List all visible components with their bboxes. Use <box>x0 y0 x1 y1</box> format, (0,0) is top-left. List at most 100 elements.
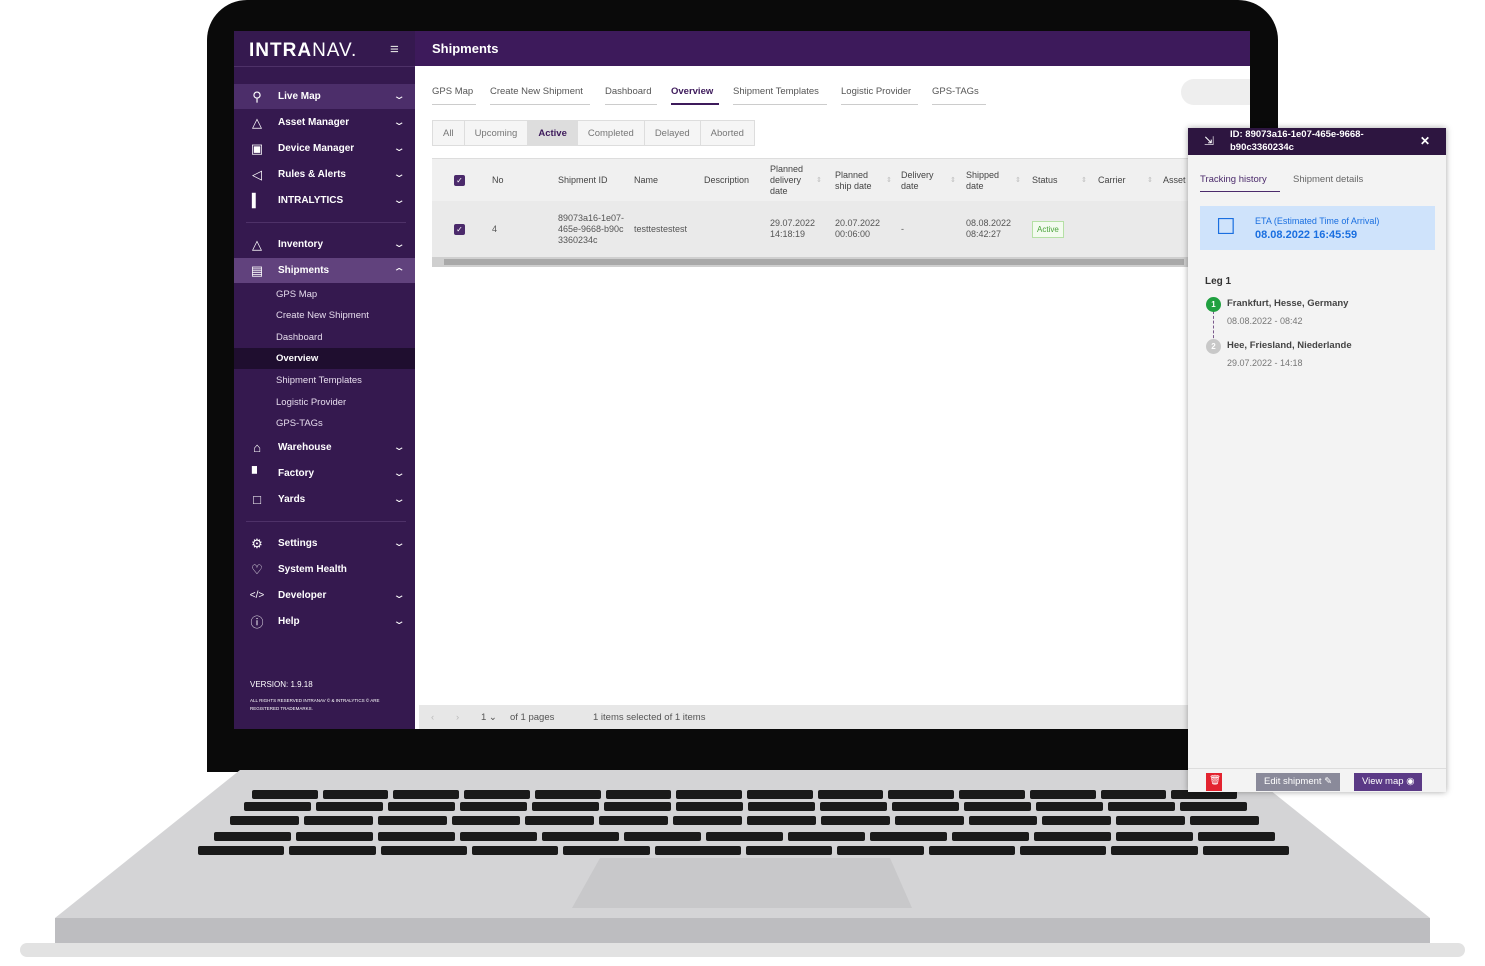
sidebar-sub-dashboard[interactable]: Dashboard <box>234 327 415 348</box>
search-input[interactable] <box>1181 79 1250 105</box>
sidebar-item-factory[interactable]: ▘ Factory ⌄ <box>234 461 415 486</box>
stop-location: Frankfurt, Hesse, Germany <box>1227 298 1349 309</box>
sidebar-item-shipments[interactable]: ▤ Shipments ⌄ <box>234 258 415 283</box>
tab-create-new-shipment[interactable]: Create New Shipment <box>490 83 590 105</box>
col-status[interactable]: Status ⇕ <box>1032 159 1092 202</box>
keyboard-key <box>378 832 455 841</box>
tab-dashboard[interactable]: Dashboard <box>605 83 657 105</box>
keyboard-key <box>1042 816 1112 825</box>
cell-shipment-id: 89073a16-1e07-465e-9668-b90c3360234c <box>558 212 625 245</box>
delete-button[interactable]: 🗑 <box>1206 773 1222 791</box>
stop-date: 08.08.2022 - 08:42 <box>1227 316 1303 326</box>
keyboard-key <box>894 816 964 825</box>
stop-location: Hee, Friesland, Niederlande <box>1227 340 1352 351</box>
keyboard-key <box>464 790 530 799</box>
cube-plus-icon: △ <box>252 114 262 130</box>
eta-label: ETA (Estimated Time of Arrival) <box>1255 216 1380 226</box>
page-select[interactable]: 1 ⌄ <box>481 712 497 723</box>
chevron-down-icon: ⌄ <box>392 239 406 250</box>
sort-icon: ⇕ <box>886 177 892 184</box>
col-shipped-date[interactable]: Shipped date ⇕ <box>966 159 1026 202</box>
cell-no: 4 <box>492 223 498 234</box>
col-carrier[interactable]: Carrier ⇕ <box>1098 159 1158 202</box>
col-delivery-date[interactable]: Delivery date ⇕ <box>901 159 961 202</box>
sidebar-sub-logistic-provider[interactable]: Logistic Provider <box>234 392 415 413</box>
sidebar-item-inventory[interactable]: △ Inventory ⌄ <box>234 232 415 257</box>
filter-upcoming[interactable]: Upcoming <box>465 121 529 145</box>
next-page-icon[interactable]: › <box>456 712 459 723</box>
col-asset[interactable]: Asset <box>1163 159 1186 202</box>
tab-shipment-templates[interactable]: Shipment Templates <box>733 83 827 105</box>
keyboard-key <box>316 802 383 811</box>
sidebar-item-help[interactable]: ⓘ Help ⌄ <box>234 609 415 634</box>
keyboard-key <box>968 816 1038 825</box>
filter-active[interactable]: Active <box>528 121 578 145</box>
sidebar-item-intralytics[interactable]: ▍ INTRALYTICS ⌄ <box>234 188 415 213</box>
tab-logistic-provider[interactable]: Logistic Provider <box>841 83 918 105</box>
sidebar-item-warehouse[interactable]: ⌂ Warehouse ⌄ <box>234 435 415 460</box>
sidebar-item-developer[interactable]: </> Developer ⌄ <box>234 583 415 608</box>
select-all-checkbox[interactable]: ✓ <box>454 175 465 186</box>
sidebar-sub-overview[interactable]: Overview <box>234 348 415 369</box>
keyboard-key <box>1180 802 1247 811</box>
row-checkbox[interactable]: ✓ <box>454 223 465 235</box>
keyboard-key <box>1198 832 1275 841</box>
sidebar-item-live-map[interactable]: ⚲ Live Map ⌄ <box>234 84 415 109</box>
filter-delayed[interactable]: Delayed <box>645 121 701 145</box>
keyboard-key <box>1020 846 1107 855</box>
filter-all[interactable]: All <box>433 121 465 145</box>
edit-shipment-button[interactable]: Edit shipment ✎ <box>1256 773 1341 791</box>
chevron-down-icon: ⌄ <box>392 169 406 180</box>
yard-icon: □ <box>253 492 261 507</box>
sidebar-item-asset-manager[interactable]: △ Asset Manager ⌄ <box>234 110 415 135</box>
keyboard-key <box>1116 816 1186 825</box>
keyboard-key <box>1034 832 1111 841</box>
col-description[interactable]: Description <box>704 159 749 202</box>
chip-icon: ▣ <box>250 140 264 156</box>
keyboard-key <box>605 790 672 799</box>
col-planned-delivery[interactable]: Planned delivery date ⇕ <box>770 159 830 202</box>
sidebar-item-settings[interactable]: ⚙ Settings ⌄ <box>234 531 415 556</box>
col-no[interactable]: No <box>492 159 504 202</box>
bar-chart-icon: ▍ <box>252 192 262 208</box>
status-badge: Active <box>1032 220 1064 238</box>
keyboard-key <box>747 790 813 799</box>
prev-page-icon[interactable]: ‹ <box>431 712 434 723</box>
close-icon[interactable]: ✕ <box>1420 134 1430 148</box>
tab-overview[interactable]: Overview <box>671 83 719 105</box>
sidebar-item-yards[interactable]: □ Yards ⌄ <box>234 487 415 512</box>
keyboard-key <box>534 790 601 799</box>
sidebar-item-system-health[interactable]: ♡ System Health <box>234 557 415 582</box>
sidebar-sub-gps-tags[interactable]: GPS-TAGs <box>234 413 415 434</box>
col-shipment-id[interactable]: Shipment ID <box>558 159 608 202</box>
stop-marker-2: 2 <box>1206 339 1221 354</box>
sidebar-item-device-manager[interactable]: ▣ Device Manager ⌄ <box>234 136 415 161</box>
tab-gps-map[interactable]: GPS Map <box>432 83 476 105</box>
keyboard-key <box>451 816 521 825</box>
shipment-icon: ▤ <box>250 262 264 278</box>
chevron-up-icon: ⌄ <box>392 265 406 276</box>
keyboard-key <box>788 832 865 841</box>
menu-icon[interactable]: ≡ <box>390 41 399 58</box>
sidebar-sub-shipment-templates[interactable]: Shipment Templates <box>234 370 415 391</box>
keyboard-key <box>472 846 559 855</box>
tab-gps-tags[interactable]: GPS-TAGs <box>932 83 986 105</box>
keyboard-key <box>748 802 815 811</box>
col-planned-ship[interactable]: Planned ship date ⇕ <box>835 159 895 202</box>
filter-aborted[interactable]: Aborted <box>701 121 754 145</box>
table-row[interactable]: ✓ 4 89073a16-1e07-465e-9668-b90c3360234c… <box>432 201 1192 257</box>
collapse-icon[interactable]: ⇲ <box>1204 134 1214 148</box>
view-map-button[interactable]: View map ◉ <box>1354 773 1423 791</box>
col-name[interactable]: Name <box>634 159 658 202</box>
keyboard-key <box>746 846 833 855</box>
keyboard-key <box>230 816 299 825</box>
keyboard-key <box>460 832 537 841</box>
tab-tracking-history[interactable]: Tracking history <box>1200 174 1280 192</box>
sidebar-sub-gps-map[interactable]: GPS Map <box>234 284 415 305</box>
tab-shipment-details[interactable]: Shipment details <box>1293 174 1363 191</box>
keyboard-key <box>1108 802 1175 811</box>
sidebar-item-rules-alerts[interactable]: ◁ Rules & Alerts ⌄ <box>234 162 415 187</box>
filter-completed[interactable]: Completed <box>578 121 645 145</box>
horizontal-scrollbar[interactable] <box>432 257 1192 267</box>
sidebar-sub-create-new-shipment[interactable]: Create New Shipment <box>234 305 415 326</box>
